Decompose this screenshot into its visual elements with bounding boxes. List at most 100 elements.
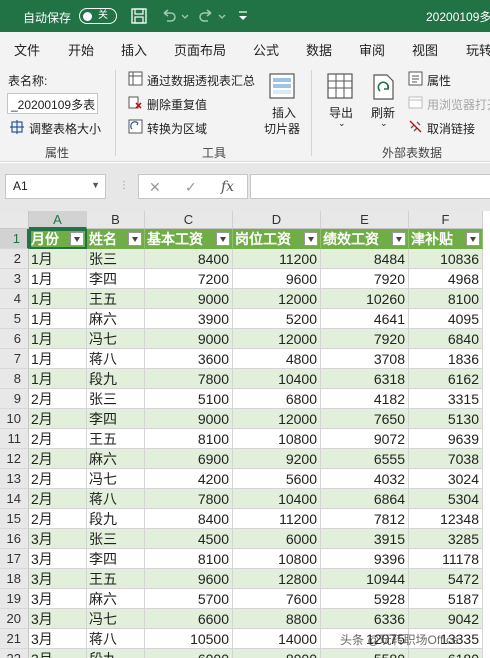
table-cell[interactable]: 11200 (233, 249, 321, 269)
table-cell[interactable]: 3月 (29, 609, 87, 629)
table-cell[interactable]: 张三 (87, 529, 145, 549)
table-cell[interactable]: 王五 (87, 569, 145, 589)
filter-dropdown-icon[interactable] (304, 232, 318, 246)
menu-data[interactable]: 数据 (306, 40, 332, 59)
table-cell[interactable]: 李四 (87, 409, 145, 429)
resize-table-button[interactable]: 调整表格大小 (29, 120, 101, 137)
table-cell[interactable]: 5700 (145, 589, 233, 609)
table-cell[interactable]: 3月 (29, 569, 87, 589)
table-cell[interactable]: 10260 (321, 289, 409, 309)
table-cell[interactable]: 7800 (145, 489, 233, 509)
convert-to-range-button[interactable]: 转换为区域 (147, 120, 207, 137)
table-cell[interactable]: 1月 (29, 249, 87, 269)
chevron-down-icon[interactable]: ▼ (91, 180, 100, 190)
column-header-e[interactable]: E (321, 211, 409, 229)
table-header-cell[interactable]: 岗位工资 (233, 229, 321, 249)
table-cell[interactable]: 1月 (29, 329, 87, 349)
column-header-b[interactable]: B (87, 211, 145, 229)
table-cell[interactable]: 10800 (233, 429, 321, 449)
row-header[interactable]: 13 (0, 469, 29, 489)
table-cell[interactable]: 8000 (233, 649, 321, 658)
table-cell[interactable]: 2月 (29, 489, 87, 509)
table-cell[interactable]: 6555 (321, 449, 409, 469)
table-cell[interactable]: 12800 (233, 569, 321, 589)
table-cell[interactable]: 5100 (145, 389, 233, 409)
table-cell[interactable]: 2月 (29, 429, 87, 449)
table-cell[interactable]: 6840 (409, 329, 483, 349)
insert-function-icon[interactable]: fx (221, 179, 234, 195)
table-cell[interactable]: 2月 (29, 509, 87, 529)
table-cell[interactable]: 8100 (145, 429, 233, 449)
row-header[interactable]: 16 (0, 529, 29, 549)
row-header[interactable]: 9 (0, 389, 29, 409)
table-cell[interactable]: 4032 (321, 469, 409, 489)
table-cell[interactable]: 8100 (409, 289, 483, 309)
table-cell[interactable]: 6162 (409, 369, 483, 389)
table-cell[interactable]: 1月 (29, 269, 87, 289)
table-cell[interactable]: 9639 (409, 429, 483, 449)
table-cell[interactable]: 7038 (409, 449, 483, 469)
table-cell[interactable]: 冯七 (87, 609, 145, 629)
table-cell[interactable]: 4500 (145, 529, 233, 549)
table-cell[interactable]: 5472 (409, 569, 483, 589)
menu-home[interactable]: 开始 (68, 40, 94, 59)
table-cell[interactable]: 7812 (321, 509, 409, 529)
row-header[interactable]: 10 (0, 409, 29, 429)
table-name-input[interactable]: _20200109多表 (7, 93, 98, 114)
column-header-a[interactable]: A (29, 211, 87, 229)
table-cell[interactable]: 9200 (233, 449, 321, 469)
table-cell[interactable]: 6600 (145, 609, 233, 629)
undo-dropdown-icon[interactable] (180, 7, 190, 25)
refresh-dropdown-icon[interactable]: ⌄ (380, 118, 388, 129)
table-cell[interactable]: 9072 (321, 429, 409, 449)
table-cell[interactable]: 12000 (233, 409, 321, 429)
pivot-summary-button[interactable]: 通过数据透视表汇总 (147, 72, 255, 89)
table-cell[interactable]: 14000 (233, 629, 321, 649)
worksheet-grid[interactable]: ABCDEF1234567891011121314151617181920212… (0, 211, 490, 658)
table-cell[interactable]: 麻六 (87, 589, 145, 609)
table-cell[interactable]: 7920 (321, 329, 409, 349)
row-header[interactable]: 20 (0, 609, 29, 629)
menu-file[interactable]: 文件 (14, 40, 40, 59)
table-cell[interactable]: 6180 (409, 649, 483, 658)
table-cell[interactable]: 3315 (409, 389, 483, 409)
table-cell[interactable]: 7200 (145, 269, 233, 289)
row-header[interactable]: 5 (0, 309, 29, 329)
table-cell[interactable]: 4182 (321, 389, 409, 409)
table-cell[interactable]: 12348 (409, 509, 483, 529)
table-cell[interactable]: 9000 (145, 409, 233, 429)
table-cell[interactable]: 8400 (145, 249, 233, 269)
table-cell[interactable]: 9042 (409, 609, 483, 629)
filter-dropdown-icon[interactable] (466, 232, 480, 246)
table-cell[interactable]: 9000 (145, 329, 233, 349)
table-cell[interactable]: 10944 (321, 569, 409, 589)
cancel-icon[interactable]: ✕ (149, 179, 161, 196)
table-cell[interactable]: 4095 (409, 309, 483, 329)
menu-custom[interactable]: 玩转 (466, 40, 490, 59)
row-header[interactable]: 1 (0, 229, 29, 249)
table-cell[interactable]: 冯七 (87, 469, 145, 489)
customize-toolbar-icon[interactable] (237, 7, 249, 25)
table-cell[interactable]: 6864 (321, 489, 409, 509)
table-cell[interactable]: 10800 (233, 549, 321, 569)
table-cell[interactable]: 2月 (29, 449, 87, 469)
table-cell[interactable]: 1836 (409, 349, 483, 369)
table-cell[interactable]: 2月 (29, 409, 87, 429)
table-cell[interactable]: 4200 (145, 469, 233, 489)
table-cell[interactable]: 王五 (87, 429, 145, 449)
table-cell[interactable]: 10400 (233, 489, 321, 509)
table-cell[interactable]: 11178 (409, 549, 483, 569)
table-cell[interactable]: 5304 (409, 489, 483, 509)
table-cell[interactable]: 冯七 (87, 329, 145, 349)
menu-formulas[interactable]: 公式 (253, 40, 279, 59)
redo-dropdown-icon[interactable] (217, 7, 227, 25)
table-cell[interactable]: 段九 (87, 369, 145, 389)
table-cell[interactable]: 8400 (145, 509, 233, 529)
menu-view[interactable]: 视图 (412, 40, 438, 59)
table-cell[interactable]: 5600 (233, 469, 321, 489)
filter-dropdown-icon[interactable] (216, 232, 230, 246)
table-cell[interactable]: 3月 (29, 629, 87, 649)
table-cell[interactable]: 12000 (233, 289, 321, 309)
table-cell[interactable]: 6800 (233, 389, 321, 409)
table-cell[interactable]: 蒋八 (87, 489, 145, 509)
